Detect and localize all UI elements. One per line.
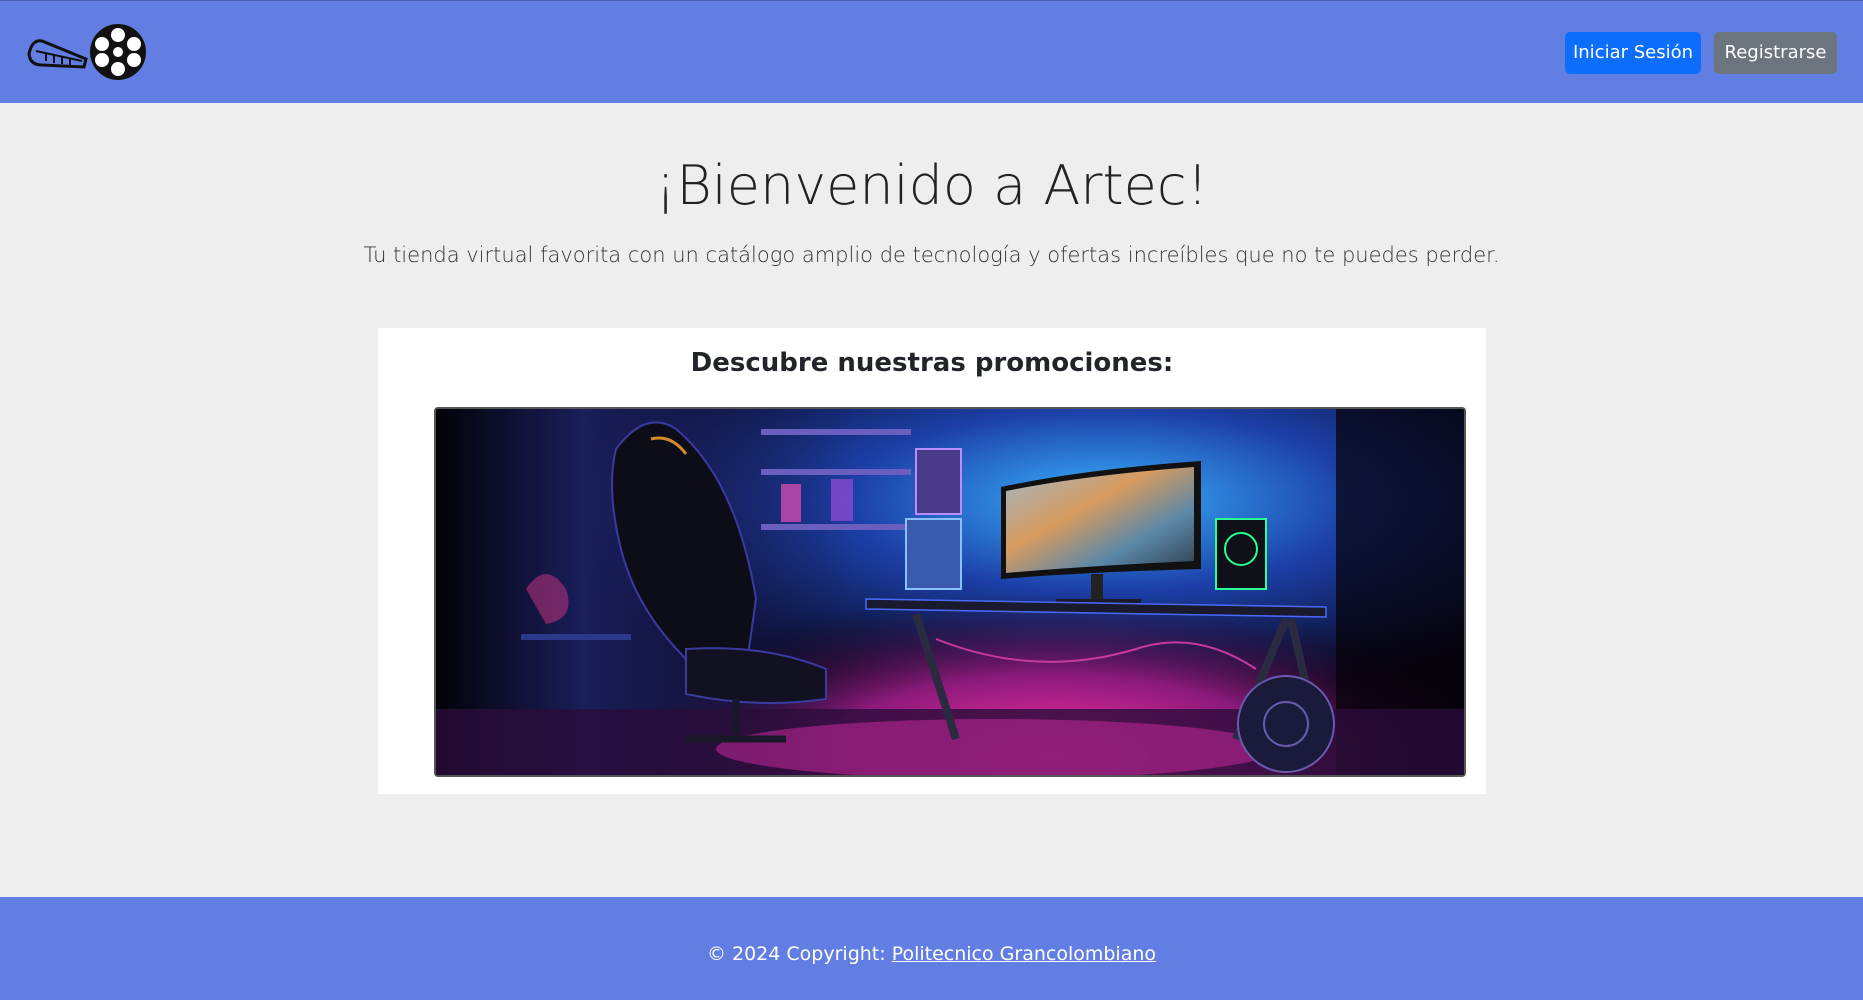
- footer-copyright: © 2024 Copyright: Politecnico Grancolomb…: [0, 943, 1863, 965]
- politecnico-link[interactable]: Politecnico Grancolombiano: [892, 943, 1156, 965]
- register-button[interactable]: Registrarse: [1714, 32, 1837, 74]
- promotions-title: Descubre nuestras promociones:: [690, 348, 1174, 378]
- footer: © 2024 Copyright: Politecnico Grancolomb…: [0, 897, 1863, 1000]
- login-button[interactable]: Iniciar Sesión: [1565, 32, 1701, 74]
- film-reel-icon[interactable]: [26, 21, 148, 83]
- navbar: Iniciar Sesión Registrarse: [0, 0, 1863, 103]
- copyright-text: © 2024 Copyright:: [706, 943, 892, 965]
- promotions-card: Descubre nuestras promociones:: [378, 328, 1486, 794]
- page-title: ¡Bienvenido a Artec!: [654, 154, 1209, 217]
- gaming-setup-image[interactable]: [434, 407, 1466, 777]
- page-subtitle: Tu tienda virtual favorita con un catálo…: [363, 243, 1500, 267]
